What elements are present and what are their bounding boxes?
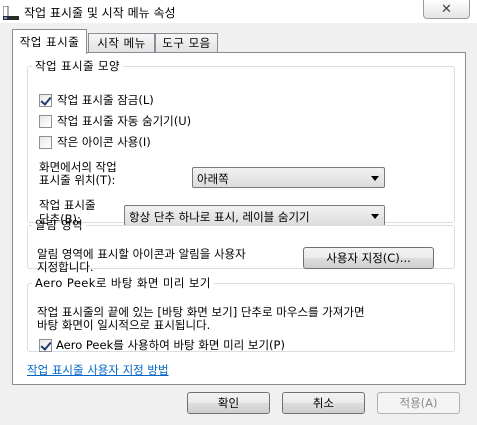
small-icons-checkbox[interactable] (39, 136, 52, 149)
tab-panel: 작업 표시줄 모양 작업 표시줄 잠금(L) 작업 표시줄 자동 숨기기(U) … (12, 52, 466, 385)
location-label-line2: 표시줄 위치(T): (39, 173, 116, 187)
properties-dialog: 작업 표시줄 및 시작 메뉴 속성 ✕ 작업 표시줄 시작 메뉴 도구 모음 작… (0, 0, 477, 425)
chevron-down-icon (371, 176, 379, 181)
customize-button[interactable]: 사용자 지정(C)... (303, 247, 434, 269)
taskbar-app-icon (3, 6, 19, 20)
ok-button[interactable]: 확인 (187, 392, 270, 414)
location-value: 아래쪽 (197, 172, 229, 186)
tab-toolbars[interactable]: 도구 모음 (155, 33, 218, 53)
aero-peek-label[interactable]: Aero Peek를 사용하여 바탕 화면 미리 보기(P) (56, 337, 285, 353)
notification-desc-line2: 지정합니다. (37, 260, 94, 274)
aero-peek-desc-line2: 바탕 화면이 일시적으로 표시됩니다. (37, 318, 211, 332)
aero-peek-group: Aero Peek로 바탕 화면 미리 보기 작업 표시줄의 끝에 있는 [바탕… (27, 275, 455, 352)
appearance-group: 작업 표시줄 모양 작업 표시줄 잠금(L) 작업 표시줄 자동 숨기기(U) … (27, 58, 455, 226)
location-dropdown[interactable]: 아래쪽 (192, 167, 385, 188)
aero-peek-checkbox[interactable] (39, 339, 52, 352)
notification-legend: 알림 영역 (35, 218, 83, 232)
autohide-label[interactable]: 작업 표시줄 자동 숨기기(U) (57, 113, 191, 129)
aero-peek-legend: Aero Peek로 바탕 화면 미리 보기 (35, 276, 211, 290)
window-title: 작업 표시줄 및 시작 메뉴 속성 (24, 6, 176, 20)
lock-taskbar-checkbox[interactable] (39, 94, 52, 107)
appearance-legend: 작업 표시줄 모양 (35, 59, 120, 73)
small-icons-label[interactable]: 작은 아이콘 사용(I) (57, 134, 151, 150)
close-button[interactable]: ✕ (423, 0, 470, 19)
cancel-button[interactable]: 취소 (282, 392, 365, 414)
tab-start-menu[interactable]: 시작 메뉴 (88, 33, 155, 53)
autohide-checkbox[interactable] (39, 115, 52, 128)
lock-taskbar-label[interactable]: 작업 표시줄 잠금(L) (57, 92, 154, 108)
help-link[interactable]: 작업 표시줄 사용자 지정 방법 (27, 362, 169, 378)
title-bar: 작업 표시줄 및 시작 메뉴 속성 ✕ (0, 0, 477, 23)
notification-group: 알림 영역 알림 영역에 표시할 아이콘과 알림을 사용자 지정합니다. 사용자… (27, 217, 455, 274)
tab-taskbar[interactable]: 작업 표시줄 (12, 29, 87, 54)
apply-button[interactable]: 적용(A) (377, 392, 460, 414)
